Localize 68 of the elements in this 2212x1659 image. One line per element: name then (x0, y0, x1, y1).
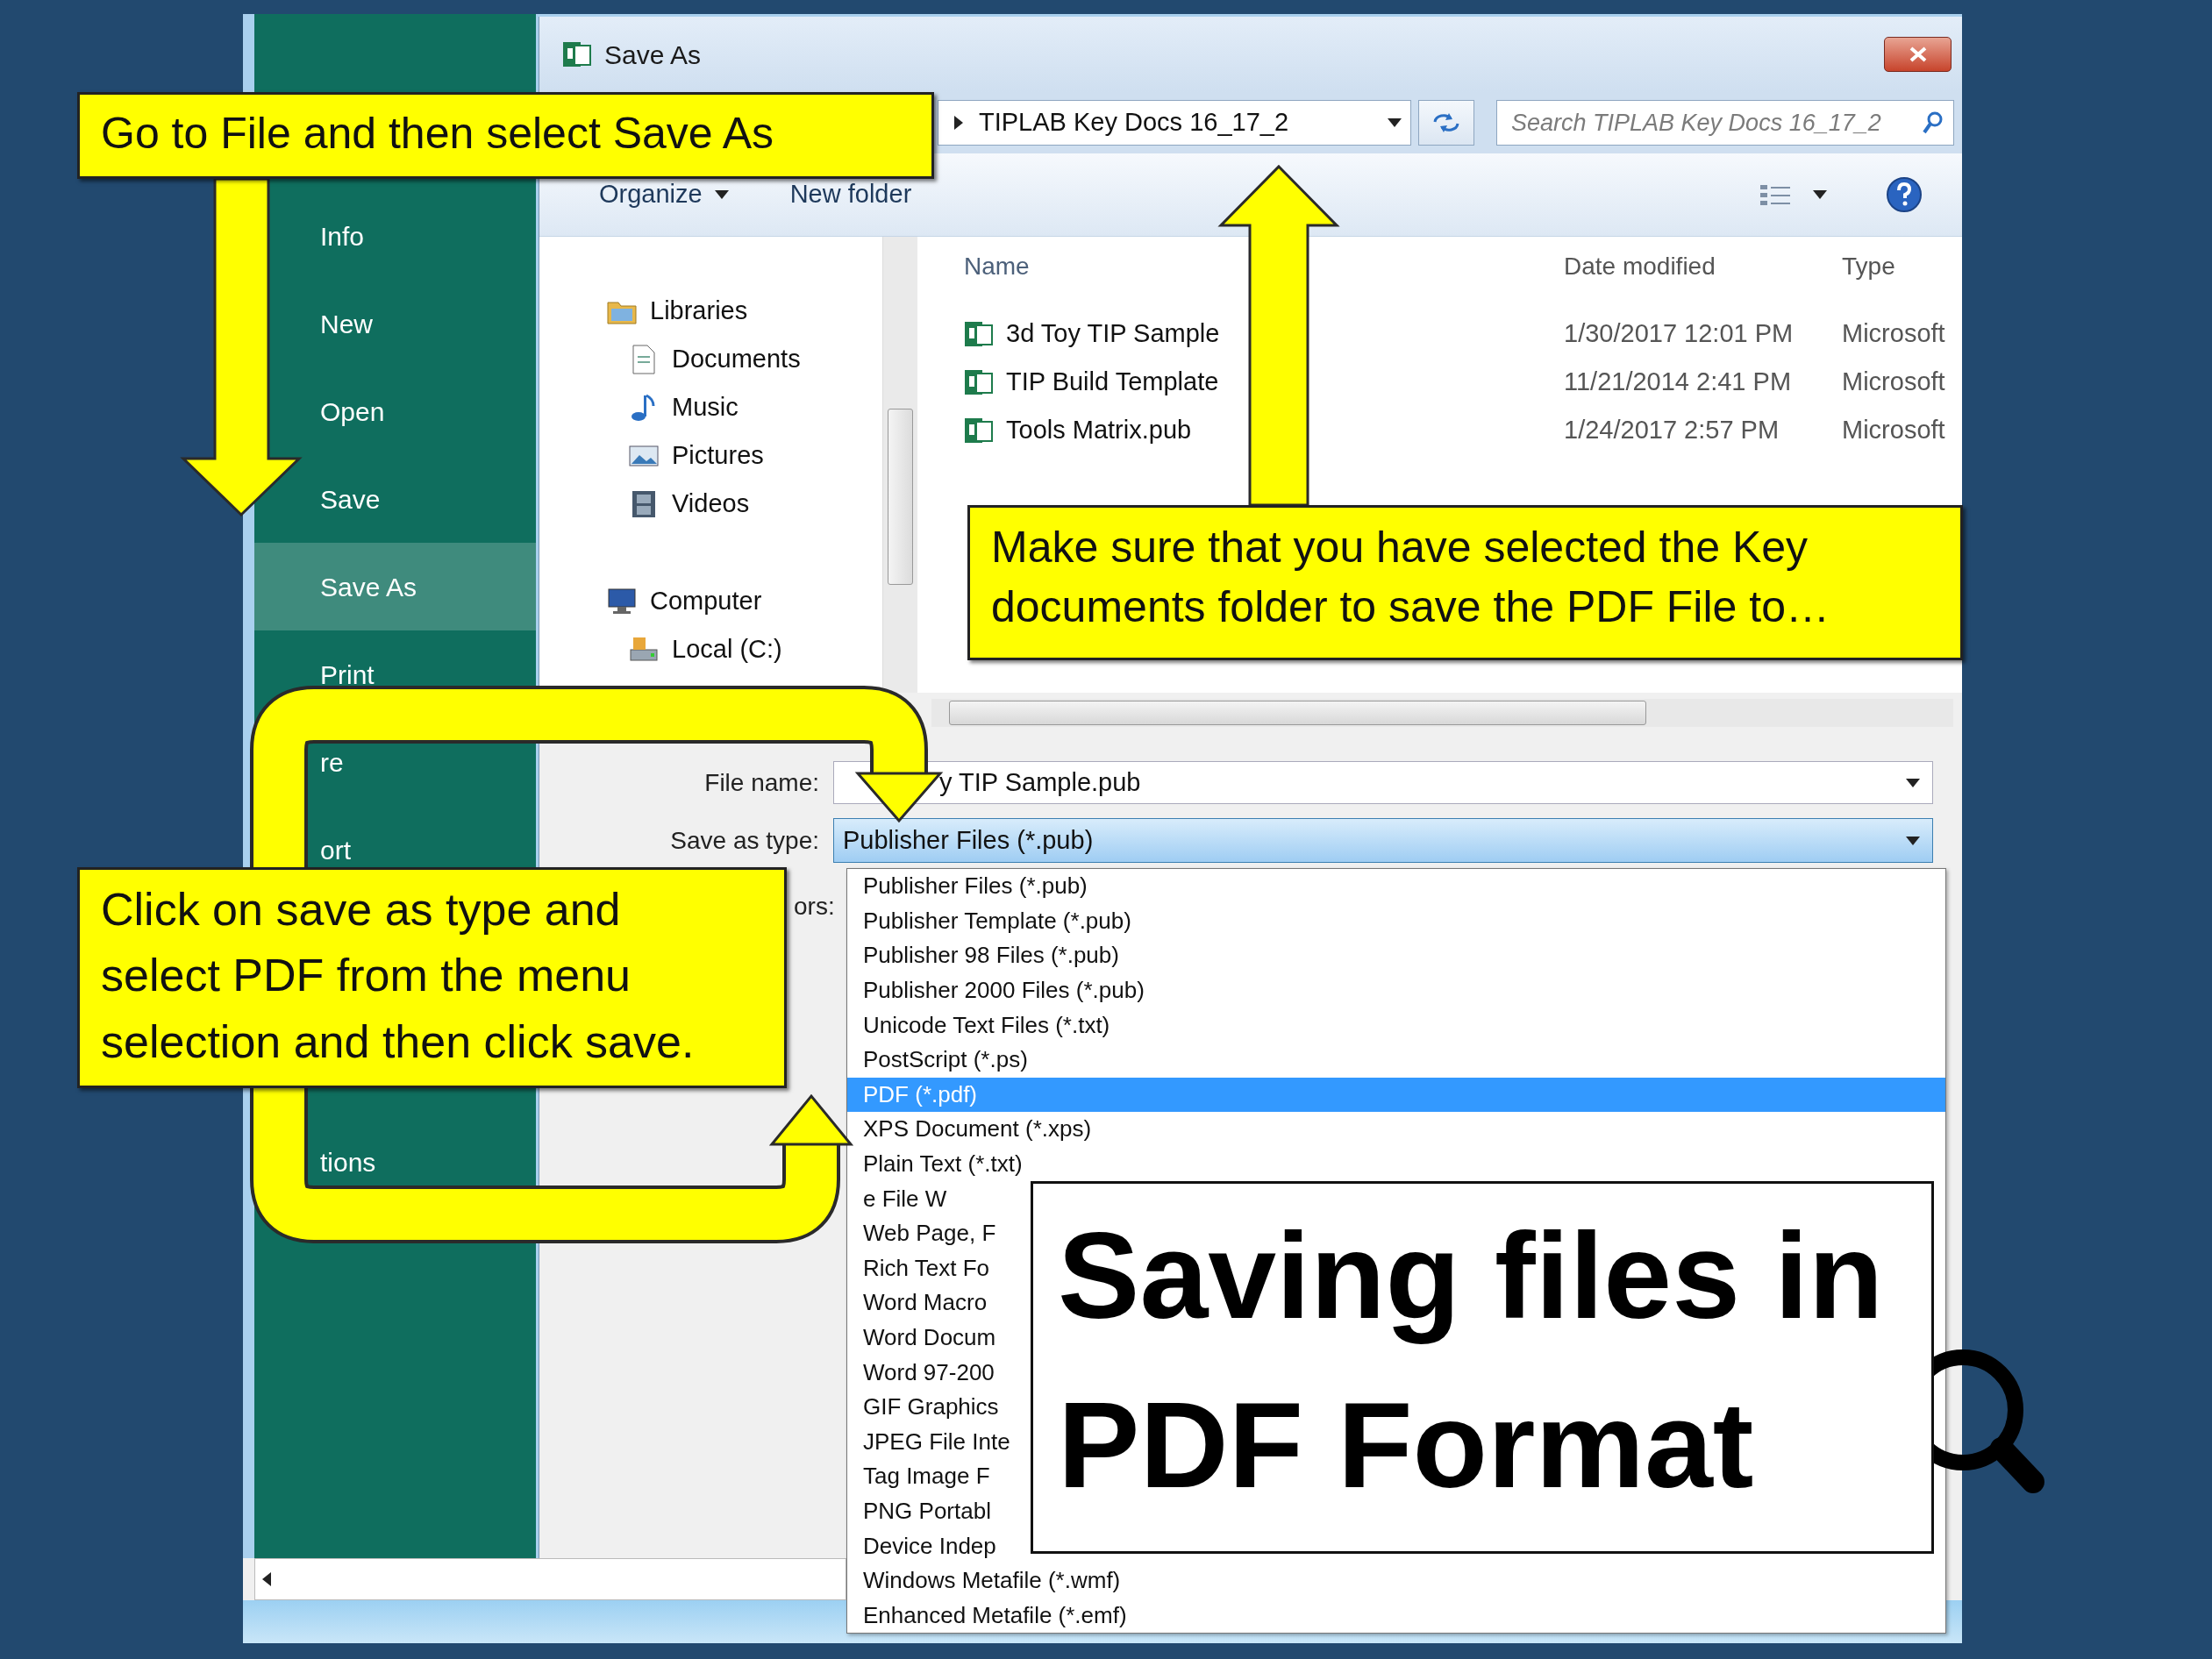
nav-item[interactable]: Videos (606, 480, 882, 528)
field-label: File name: (703, 767, 820, 798)
backstage-item[interactable]: ort (302, 832, 536, 867)
dropdown-option[interactable]: Publisher Files (*.pub) (847, 869, 1945, 904)
search-field[interactable]: Search TIPLAB Key Docs 16_17_2 (1496, 100, 1954, 146)
field-label: Save as type: (669, 825, 820, 856)
refresh-button[interactable] (1418, 100, 1474, 146)
dropdown-option[interactable]: Publisher Template (*.pub) (847, 903, 1945, 939)
scrollbar[interactable] (882, 237, 917, 693)
save-type-dropdown[interactable]: Publisher Files (*.pub) (833, 818, 1933, 863)
caret-icon[interactable] (1906, 836, 1920, 845)
backstage-item[interactable]: New (302, 306, 536, 341)
dropdown-option[interactable]: Enhanced Metafile (*.emf) (847, 1598, 1945, 1634)
nav-item[interactable]: Documents (606, 335, 882, 383)
breadcrumb-item[interactable]: TIPLAB Key Docs 16_17_2 (979, 103, 1289, 142)
table-cell-text: Microsoft (1842, 317, 1945, 349)
chevron-icon[interactable] (954, 116, 963, 130)
caret-icon[interactable] (1906, 778, 1920, 787)
dropdown-option[interactable]: Unicode Text Files (*.txt) (847, 1008, 1945, 1043)
scrollbar[interactable] (931, 698, 1953, 727)
column-header[interactable]: Date modified (1564, 248, 1842, 285)
refresh-icon[interactable] (1431, 111, 1461, 134)
nav-item[interactable]: Local (C:) (606, 625, 882, 673)
scrollbar[interactable] (254, 1558, 846, 1600)
caret-icon[interactable] (714, 190, 729, 199)
table-cell-text: 1/24/2017 2:57 PM (1564, 414, 1780, 445)
slide-title: Saving files in PDF Format (1031, 1181, 1934, 1554)
caret-icon[interactable] (1388, 118, 1402, 127)
column-header[interactable]: Name (964, 248, 1564, 285)
table-cell-text: Microsoft (1842, 414, 1945, 445)
dropdown-option[interactable]: Plain Text (*.txt) (847, 1146, 1945, 1182)
dropdown-option[interactable]: XPS Document (*.xps) (847, 1112, 1945, 1147)
scroll-left-icon[interactable] (262, 1572, 271, 1586)
callout-note: Go to File and then select Save As (77, 92, 934, 179)
file-name[interactable]: TIP Build Template (1006, 362, 1219, 402)
backstage-item[interactable]: Print (302, 657, 536, 692)
close-button[interactable] (1884, 37, 1952, 72)
help-icon[interactable] (1885, 175, 1923, 214)
backstage-item[interactable]: re (302, 744, 536, 780)
file-name[interactable]: 3d Toy TIP Sample (1006, 314, 1220, 353)
nav-item[interactable]: Music (606, 383, 882, 431)
backstage-item[interactable]: Info (302, 218, 536, 253)
nav-item[interactable]: Libraries (606, 287, 882, 335)
nav-item[interactable]: Computer (606, 577, 882, 625)
column-header[interactable]: Type (1842, 248, 1895, 285)
nav-item[interactable]: Pictures (606, 431, 882, 480)
table-cell-text: Microsoft (1842, 366, 1945, 397)
callout-note: Click on save as type and select PDF from the menu selection and then click save. (77, 867, 787, 1088)
file-name[interactable]: Tools Matrix.pub (1006, 410, 1192, 450)
dropdown-option[interactable]: PostScript (*.ps) (847, 1042, 1945, 1078)
publisher-app-icon (562, 39, 592, 69)
backstage-item[interactable]: Save As (254, 543, 536, 630)
file-name-field[interactable]: y TIP Sample.pub (833, 761, 1933, 804)
backstage-item[interactable]: Save (302, 481, 536, 516)
scrollbar-thumb[interactable] (888, 409, 913, 585)
table-cell-text: 11/21/2014 2:41 PM (1564, 366, 1793, 397)
dropdown-option[interactable]: Publisher 2000 Files (*.pub) (847, 972, 1945, 1008)
dropdown-option[interactable]: Publisher 98 Files (*.pub) (847, 938, 1945, 973)
address-bar[interactable]: TIPLAB Key Docs 16_17_2 (938, 100, 1411, 146)
search-icon[interactable] (1922, 110, 1944, 135)
backstage-item[interactable]: tions (302, 1144, 536, 1179)
backstage-item[interactable]: Open (302, 394, 536, 429)
callout-note: Make sure that you have selected the Key documents folder to save the PDF File to… (967, 505, 1963, 660)
scrollbar-thumb[interactable] (949, 700, 1646, 725)
caret-icon[interactable] (1813, 190, 1827, 199)
field-label: ors: (794, 892, 835, 922)
table-cell-text: 1/30/2017 12:01 PM (1564, 317, 1795, 349)
window-title: Save As (604, 39, 702, 71)
